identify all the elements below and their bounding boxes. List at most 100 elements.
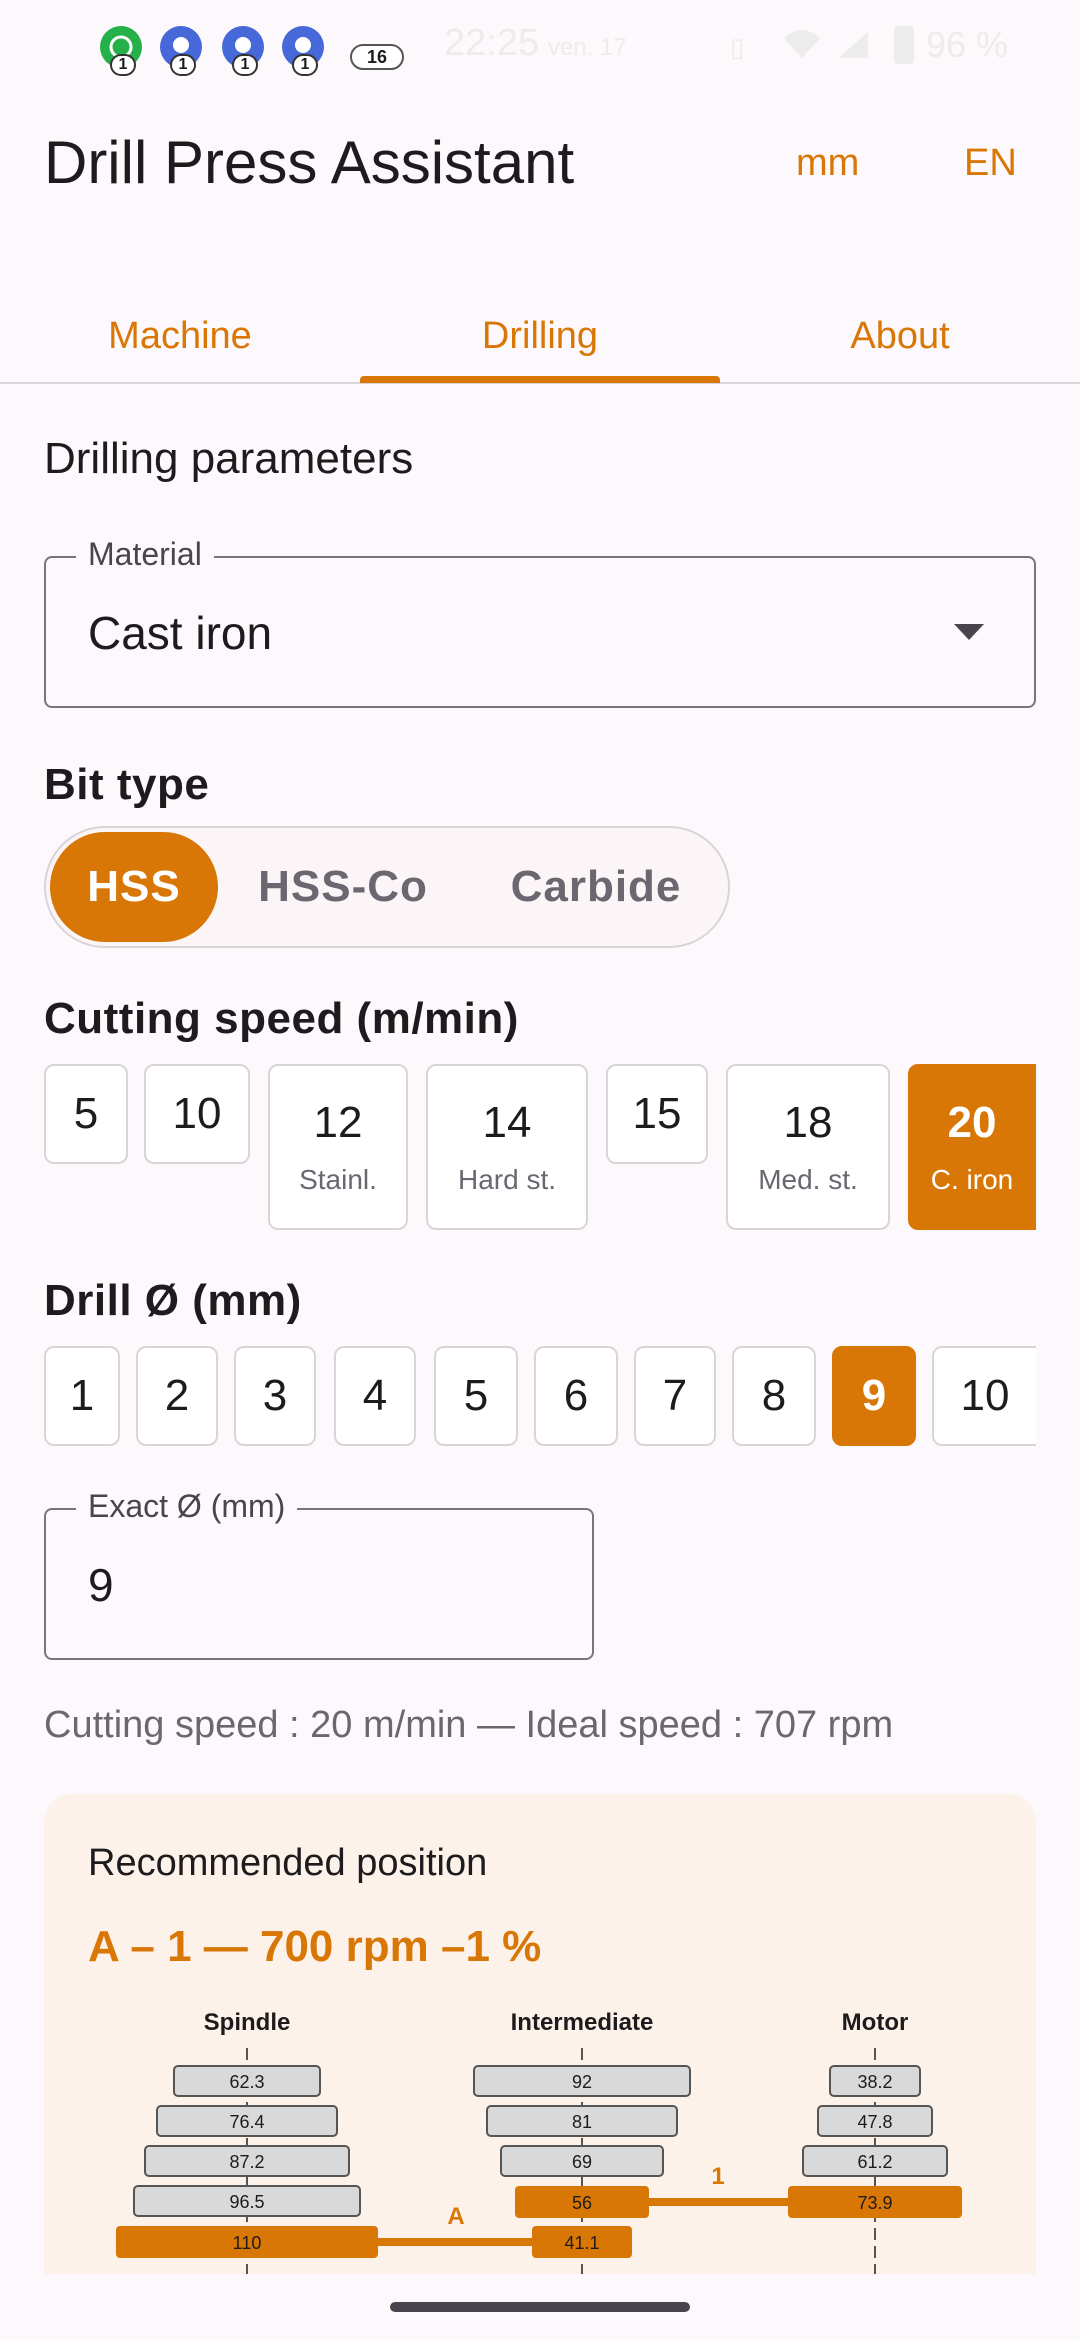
app-notification-icon: 1 [282,26,324,76]
exact-diameter-value: 9 [88,1559,114,1611]
diameter-chip[interactable]: 1 [44,1346,120,1446]
diameter-value: 5 [463,1371,489,1420]
diameter-chip[interactable]: 4 [334,1346,416,1446]
vibrate-icon: ▯ [730,32,745,62]
overflow-notification-badge: 16 [350,44,404,70]
speed-value: 18 [783,1098,833,1147]
belt-1-label: 1 [711,2163,724,2190]
recommendation-title: Recommended position [88,1842,488,1884]
diameter-value: 8 [761,1371,787,1420]
spindle-column-label: Spindle [204,2009,291,2036]
signal-icon [836,30,870,65]
status-time: 22:25 [444,22,540,64]
tab-indicator [360,376,720,383]
unit-toggle-button[interactable]: mm [796,142,859,185]
speed-value: 20 [947,1098,997,1147]
speed-value: 15 [632,1089,682,1138]
tab-machine[interactable]: Machine [0,290,360,382]
bit-type-title: Bit type [44,760,210,809]
pulley-diagram: Spindle Intermediate Motor A 1 62.3 76.4… [116,2009,962,2276]
recommendation-headline: A – 1 — 700 rpm –1 % [88,1922,542,1971]
speed-chip-stainless[interactable]: 12 Stainl. [268,1064,408,1230]
diameter-value: 4 [362,1371,388,1420]
spindle-step-label: 110 [233,2233,262,2253]
tab-label: About [850,314,950,357]
exact-diameter-field[interactable]: 9 [44,1508,594,1660]
speed-material-hint: Med. st. [758,1164,858,1195]
spindle-step-label: 76.4 [229,2112,264,2132]
tab-about[interactable]: About [720,290,1080,382]
spindle-step-label: 62.3 [229,2072,264,2092]
motor-step-label: 47.8 [857,2112,892,2132]
intermediate-column-label: Intermediate [511,2009,654,2036]
intermediate-step-label: 56 [572,2193,592,2213]
speed-value: 10 [172,1089,222,1138]
battery-percentage: 96 % [925,24,1008,65]
diameter-chip[interactable]: 6 [534,1346,618,1446]
tab-label: Machine [108,314,252,357]
speed-chip-cast-iron[interactable]: 20 C. iron [908,1064,1036,1230]
cutting-speed-title: Cutting speed (m/min) [44,994,519,1043]
diameter-value: 9 [861,1371,887,1420]
dropdown-arrow-icon [954,624,984,645]
diameter-chip-selected[interactable]: 9 [832,1346,916,1446]
diameter-chip[interactable]: 7 [634,1346,716,1446]
intermediate-step-label: 69 [572,2152,592,2172]
speed-chip[interactable]: 5 [44,1064,128,1164]
diameter-chip[interactable]: 3 [234,1346,316,1446]
exact-diameter-label: Exact Ø (mm) [76,1488,298,1525]
speed-value: 5 [73,1089,99,1138]
diameter-value: 2 [164,1371,190,1420]
speed-chip-medium-steel[interactable]: 18 Med. st. [726,1064,890,1230]
diameter-chip[interactable]: 10 [932,1346,1036,1446]
intermediate-step-label: 41.1 [564,2233,599,2253]
spindle-step-label: 87.2 [229,2152,264,2172]
battery-icon [894,26,914,64]
motor-column-label: Motor [842,2009,909,2036]
notification-count: 1 [232,54,258,76]
motor-step-label: 73.9 [857,2193,892,2213]
speed-chip-hard-steel[interactable]: 14 Hard st. [426,1064,588,1230]
speed-chip[interactable]: 15 [606,1064,708,1164]
material-value: Cast iron [88,607,273,659]
section-title: Drilling parameters [44,434,414,483]
app-notification-icon: 1 [160,26,202,76]
diameter-value: 1 [69,1371,95,1420]
speed-material-hint: C. iron [930,1164,1014,1195]
home-indicator[interactable] [390,2302,690,2312]
material-label: Material [76,536,214,573]
material-dropdown[interactable]: Cast iron [44,556,1036,708]
app-title: Drill Press Assistant [44,129,575,196]
diameter-value: 6 [563,1371,589,1420]
diameter-chip[interactable]: 2 [136,1346,218,1446]
bit-type-hss-co[interactable]: HSS-Co [240,832,446,942]
diameter-value: 3 [262,1371,288,1420]
speed-info-text: Cutting speed : 20 m/min — Ideal speed :… [44,1704,894,1746]
tab-drilling[interactable]: Drilling [360,290,720,382]
language-button[interactable]: EN [964,142,1017,185]
speed-chip[interactable]: 10 [144,1064,250,1164]
motor-step-label: 38.2 [857,2072,892,2092]
diameter-value: 7 [662,1371,688,1420]
motor-step-label: 61.2 [857,2152,892,2172]
speed-value: 14 [482,1098,532,1147]
bit-type-hss[interactable]: HSS [50,832,218,942]
drill-diameter-title: Drill Ø (mm) [44,1276,302,1325]
bit-type-carbide[interactable]: Carbide [490,832,702,942]
whatsapp-notification-icon: 1 [100,26,142,76]
diameter-value: 10 [960,1371,1010,1420]
spindle-step-label: 96.5 [229,2192,264,2212]
speed-material-hint: Stainl. [299,1164,377,1195]
notification-count: 1 [170,54,196,76]
status-date: ven. 17 [548,34,627,61]
speed-material-hint: Hard st. [457,1164,557,1195]
status-bar: 1 1 1 1 16 22:25 ven. 17 ▯ 96 % [0,0,1080,96]
speed-value: 12 [313,1098,363,1147]
notification-count: 1 [110,54,136,76]
tab-label: Drilling [481,314,599,357]
diameter-chip[interactable]: 5 [434,1346,518,1446]
belt-1 [644,2198,804,2206]
app-notification-icon: 1 [222,26,264,76]
wifi-icon [782,28,822,65]
diameter-chip[interactable]: 8 [732,1346,816,1446]
